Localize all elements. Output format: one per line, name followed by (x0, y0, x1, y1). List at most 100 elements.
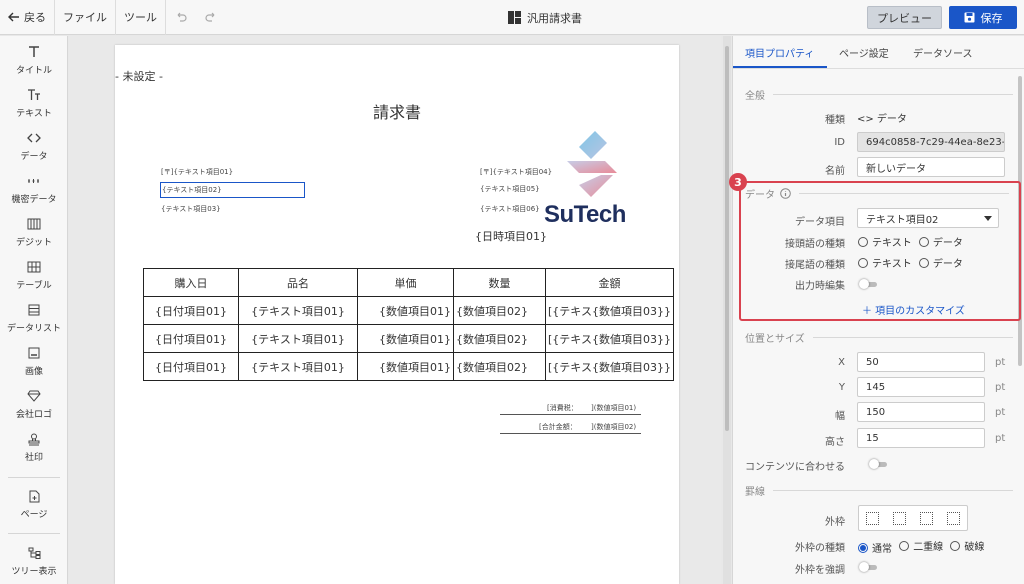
prefix-radio-data[interactable]: データ (918, 234, 963, 249)
customize-item-link[interactable]: ＋ 項目のカスタマイズ (862, 302, 965, 317)
total-underline (500, 433, 641, 434)
save-button[interactable]: 保存 (949, 6, 1017, 29)
border-none-icon[interactable] (947, 511, 960, 525)
id-field: 694c0858-7c29-44ea-8e23-t (857, 132, 1005, 152)
data-item-select[interactable]: テキスト項目02 (857, 208, 999, 228)
back-label: 戻る (24, 11, 46, 24)
tool-datalist[interactable]: データリスト (0, 302, 68, 334)
left-field-1[interactable]: [〒]{テキスト項目01} (161, 167, 233, 177)
border-all-icon[interactable] (866, 511, 879, 525)
tool-page[interactable]: ページ (0, 488, 68, 520)
left-field-2-selected[interactable]: {テキスト項目02} (160, 182, 305, 198)
table-cell: {テキスト項目01} (238, 296, 358, 325)
save-icon (964, 12, 974, 23)
width-field[interactable]: 150 (857, 402, 985, 422)
tool-image[interactable]: 画像 (0, 345, 68, 377)
file-menu[interactable]: ファイル (55, 0, 116, 35)
tab-page-settings[interactable]: ページ設定 (839, 45, 889, 60)
company-logo-mark[interactable] (565, 131, 625, 201)
properties-panel: 項目プロパティ ページ設定 データソース 全般 種類 <> データ ID 694… (729, 36, 1024, 584)
section-position-size-title: 位置とサイズ (745, 334, 805, 345)
prefix-label: 接頭語の種類 (785, 239, 845, 250)
tool-secret-data[interactable]: 機密データ (0, 173, 68, 205)
outer-emphasis-toggle[interactable] (859, 562, 879, 572)
tool-tree[interactable]: ツリー表示 (0, 545, 68, 577)
y-label: Y (838, 382, 845, 393)
suffix-radio-data[interactable]: データ (918, 255, 963, 270)
section-data: データ (745, 186, 1009, 201)
total-label[interactable]: [合計金額： (539, 422, 577, 432)
table-row[interactable]: {日付項目01} {テキスト項目01} {数値項目01} {数値項目02} [{… (143, 296, 674, 325)
layout-icon (508, 11, 521, 24)
x-unit: pt (995, 357, 1006, 368)
tool-title[interactable]: タイトル (0, 44, 68, 76)
table-cell: {数値項目02} (453, 324, 546, 353)
outer-type-double[interactable]: 二重線 (899, 538, 943, 553)
data-icon (0, 130, 68, 146)
name-field[interactable]: 新しいデータ (857, 157, 1005, 177)
height-field[interactable]: 15 (857, 428, 985, 448)
left-toolbar: タイトル テキスト データ 機密データ デジット テーブル データリスト 画像 … (0, 36, 68, 584)
suffix-radio-text[interactable]: テキスト (858, 255, 912, 270)
tree-icon (0, 545, 68, 561)
table-row[interactable]: {日付項目01} {テキスト項目01} {数値項目01} {数値項目02} [{… (143, 324, 674, 353)
outer-type-normal[interactable]: 通常 (858, 540, 892, 555)
right-field-1[interactable]: [〒]{テキスト項目04} (480, 167, 552, 177)
table-cell: [{テキス{数値項目03}} (545, 352, 674, 381)
suffix-label: 接尾語の種類 (785, 260, 845, 271)
items-table[interactable]: 購入日 品名 単価 数量 金額 {日付項目01} {テキスト項目01} {数値項… (143, 268, 674, 381)
tax-label[interactable]: [消費税： (547, 403, 578, 413)
date-field[interactable]: {日時項目01} (475, 228, 547, 244)
company-logo-text: SuTech (544, 201, 626, 228)
tool-secret-data-label: 機密データ (11, 195, 57, 205)
tab-data-source[interactable]: データソース (913, 45, 973, 60)
tool-logo[interactable]: 会社ロゴ (0, 388, 68, 420)
section-border-title: 罫線 (745, 487, 765, 498)
canvas-scroll-thumb[interactable] (725, 46, 729, 431)
header-purchase-date: 購入日 (143, 268, 239, 297)
table-cell: {日付項目01} (143, 296, 239, 325)
tax-value[interactable]: ](数値項目01) (591, 403, 636, 413)
table-cell: {数値項目01} (357, 324, 454, 353)
outer-frame-buttons (858, 505, 968, 531)
total-value[interactable]: ](数値項目02) (591, 422, 636, 432)
edit-on-output-label: 出力時編集 (795, 281, 845, 292)
border-vertical-icon[interactable] (920, 511, 933, 525)
x-field[interactable]: 50 (857, 352, 985, 372)
invoice-title[interactable]: 請求書 (373, 99, 421, 123)
datalist-icon (0, 302, 68, 318)
tool-stamp[interactable]: 社印 (0, 431, 68, 463)
left-field-3[interactable]: {テキスト項目03} (161, 204, 221, 214)
tool-digit[interactable]: デジット (0, 216, 68, 248)
right-field-2[interactable]: {テキスト項目05} (480, 184, 540, 194)
height-label: 高さ (825, 437, 845, 448)
preview-button[interactable]: プレビュー (867, 6, 942, 29)
canvas-scrollbar[interactable] (723, 36, 731, 584)
tool-text[interactable]: テキスト (0, 87, 68, 119)
info-icon[interactable] (780, 188, 791, 199)
table-row[interactable]: {日付項目01} {テキスト項目01} {数値項目01} {数値項目02} [{… (143, 352, 674, 381)
tool-table[interactable]: テーブル (0, 259, 68, 291)
table-cell: {数値項目01} (357, 296, 454, 325)
tab-item-properties[interactable]: 項目プロパティ (745, 45, 814, 60)
secret-data-icon (0, 173, 68, 189)
tool-datalist-label: データリスト (6, 324, 61, 334)
y-field[interactable]: 145 (857, 377, 985, 397)
tool-data[interactable]: データ (0, 130, 68, 162)
kind-value: <> データ (857, 114, 907, 125)
header-quantity: 数量 (453, 268, 546, 297)
fit-content-toggle[interactable] (869, 459, 889, 469)
panel-tabs: 項目プロパティ ページ設定 データソース (733, 36, 1024, 69)
edit-on-output-toggle[interactable] (859, 279, 879, 289)
border-inner-icon[interactable] (893, 511, 906, 525)
table-cell: [{テキス{数値項目03}} (545, 324, 674, 353)
back-button[interactable]: 戻る (0, 0, 55, 35)
redo-icon[interactable] (196, 0, 226, 35)
document-title-label: 汎用請求書 (527, 11, 582, 25)
outer-type-dashed[interactable]: 破線 (950, 538, 984, 553)
undo-icon[interactable] (166, 0, 196, 35)
section-position-size: 位置とサイズ (745, 330, 1013, 345)
tool-menu[interactable]: ツール (116, 0, 166, 35)
right-field-3[interactable]: {テキスト項目06} (480, 204, 540, 214)
prefix-radio-text[interactable]: テキスト (858, 234, 912, 249)
